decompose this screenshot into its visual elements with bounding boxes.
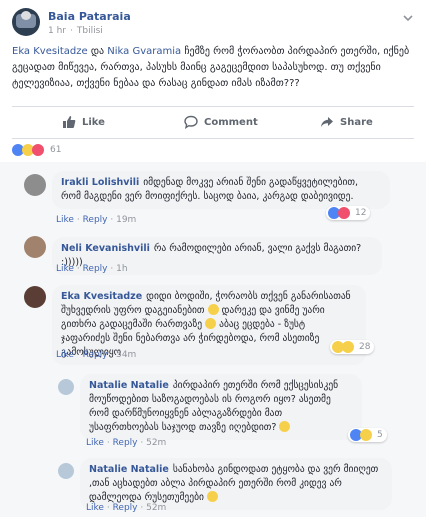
smile-emoji-icon — [207, 304, 219, 315]
reply-reply-link[interactable]: Reply — [113, 503, 138, 513]
comment-time[interactable]: 19m — [116, 215, 136, 225]
tag-eka[interactable]: Eka Kvesitadze — [12, 46, 88, 57]
reaction-summary[interactable]: 61 — [12, 144, 61, 156]
comment-reactions[interactable]: 28 — [330, 340, 375, 354]
comment-reactions[interactable]: 12 — [326, 206, 371, 220]
sad-reaction-icon — [342, 341, 354, 353]
comment-time[interactable]: 54m — [116, 350, 136, 360]
reply-time[interactable]: 52m — [146, 503, 166, 513]
reply-like-link[interactable]: Like — [86, 503, 104, 513]
comment-reply-link[interactable]: Reply — [83, 264, 108, 274]
comment-bubble-icon — [184, 115, 198, 129]
post-meta: 1 hr · Tbilisi — [48, 26, 103, 36]
reply-author[interactable]: Natalie Natalie — [89, 464, 169, 475]
comment-author[interactable]: Eka Kvesitadze — [61, 291, 142, 302]
reply-reactions[interactable]: 5 — [348, 428, 387, 442]
reply-like-link[interactable]: Like — [86, 438, 104, 448]
post-location[interactable]: Tbilisi — [77, 26, 103, 36]
reply-reply-link[interactable]: Reply — [113, 438, 138, 448]
smile-emoji-icon — [279, 421, 291, 432]
author-avatar[interactable] — [12, 8, 40, 36]
replier-avatar[interactable] — [58, 463, 74, 479]
tag-nika[interactable]: Nika Gvaramia — [107, 46, 181, 57]
comment-actions: Like · Reply · 1h — [56, 264, 128, 274]
post-text: Eka Kvesitadze და Nika Gvaramia ჩემზე რო… — [12, 46, 410, 89]
commenter-avatar[interactable] — [24, 174, 46, 196]
reaction-count: 61 — [50, 145, 62, 155]
comment-button[interactable]: Comment — [184, 112, 258, 132]
replier-avatar[interactable] — [58, 379, 74, 395]
reply-actions: Like · Reply · 52m — [86, 438, 167, 448]
love-reaction-icon — [338, 207, 350, 219]
haha-reaction-icon — [360, 429, 372, 441]
share-button[interactable]: Share — [320, 112, 373, 132]
reply-bubble: Natalie Natalie პირდაპირ ეთერში რომ ექსცე… — [80, 374, 362, 440]
thumbs-up-icon — [63, 116, 76, 128]
divider — [12, 106, 414, 107]
commenter-avatar[interactable] — [24, 286, 46, 308]
share-arrow-icon — [321, 117, 333, 127]
comment-like-link[interactable]: Like — [56, 215, 74, 225]
reply-time[interactable]: 52m — [146, 438, 166, 448]
commenter-avatar[interactable] — [24, 236, 46, 258]
comment-actions: Like · Reply · 19m — [56, 215, 137, 225]
comment-reply-link[interactable]: Reply — [83, 215, 108, 225]
comment-author[interactable]: Irakli Lolishvili — [61, 177, 139, 188]
comment-reply-link[interactable]: Reply — [83, 350, 108, 360]
comment-like-link[interactable]: Like — [56, 264, 74, 274]
comment-time[interactable]: 1h — [116, 264, 127, 274]
reply-author[interactable]: Natalie Natalie — [89, 380, 169, 391]
post-author-name[interactable]: Baia Pataraia — [48, 10, 131, 23]
post-options-chevron-icon[interactable] — [402, 12, 414, 24]
love-reaction-icon — [32, 144, 44, 156]
comment-author[interactable]: Neli Kevanishvili — [61, 243, 150, 254]
comment-like-link[interactable]: Like — [56, 350, 74, 360]
facebook-post-card: Baia Pataraia 1 hr · Tbilisi Eka Kvesita… — [0, 0, 426, 517]
smile-emoji-icon — [206, 491, 218, 502]
comment-actions: Like · Reply · 54m — [56, 350, 137, 360]
smile-emoji-icon — [205, 318, 217, 329]
post-time[interactable]: 1 hr — [48, 26, 66, 36]
reply-actions: Like · Reply · 52m — [86, 503, 167, 513]
comment-bubble: Irakli Lolishvili იმდენად მოკვე არიან შენ… — [52, 171, 390, 209]
divider — [12, 138, 414, 139]
like-button[interactable]: Like — [62, 112, 105, 132]
